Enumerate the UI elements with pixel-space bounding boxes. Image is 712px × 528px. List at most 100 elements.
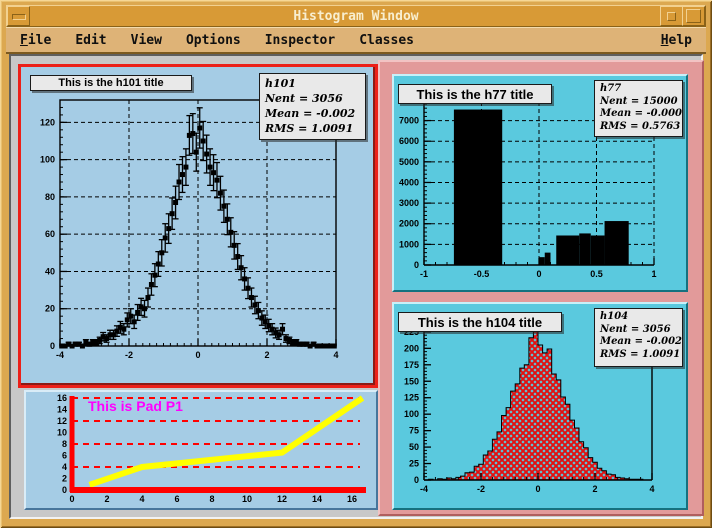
svg-text:20: 20 — [45, 304, 55, 314]
h77-stats-nent: Nent = 15000 — [600, 96, 682, 109]
svg-text:6000: 6000 — [399, 136, 419, 146]
svg-text:10: 10 — [242, 494, 252, 504]
svg-text:4: 4 — [62, 462, 67, 472]
svg-text:1: 1 — [651, 269, 656, 279]
svg-text:14: 14 — [312, 494, 322, 504]
svg-text:12: 12 — [57, 416, 67, 426]
pad-h101[interactable]: -4-2024020406080100120 This is the h101 … — [18, 64, 378, 388]
svg-text:6: 6 — [174, 494, 179, 504]
maximize-icon — [686, 9, 701, 23]
svg-text:0: 0 — [414, 260, 419, 270]
menu-file[interactable]: File — [20, 33, 51, 48]
p1-title[interactable]: This is Pad P1 — [88, 398, 183, 414]
svg-text:-1: -1 — [420, 269, 428, 279]
svg-text:0: 0 — [69, 494, 74, 504]
h104-stats-name: h104 — [600, 311, 682, 324]
p1-plot: 02468101214160246810121416 — [26, 392, 372, 504]
svg-text:150: 150 — [404, 376, 419, 386]
svg-text:1000: 1000 — [399, 239, 419, 249]
svg-text:120: 120 — [40, 117, 55, 127]
svg-text:100: 100 — [40, 155, 55, 165]
svg-text:14: 14 — [57, 405, 67, 415]
svg-text:-2: -2 — [125, 350, 133, 360]
svg-text:0.5: 0.5 — [590, 269, 603, 279]
iconify-button[interactable] — [660, 6, 683, 26]
svg-text:16: 16 — [347, 494, 357, 504]
svg-text:0: 0 — [50, 341, 55, 351]
h77-stats-mean: Mean = -0.000 — [600, 108, 682, 121]
svg-text:4: 4 — [649, 484, 654, 494]
svg-text:3000: 3000 — [399, 198, 419, 208]
h77-stats-name: h77 — [600, 83, 682, 96]
window-menu-icon — [12, 14, 26, 20]
h104-stats-box[interactable]: h104 Nent = 3056 Mean = -0.002 RMS = 1.0… — [594, 308, 683, 367]
window-menu-button[interactable] — [7, 6, 30, 26]
svg-text:2: 2 — [104, 494, 109, 504]
pad-pink[interactable]: -1-0.500.5101000200030004000500060007000… — [378, 60, 704, 516]
histogram-window: Histogram Window File Edit View Options Insp… — [0, 0, 712, 528]
h104-title: This is the h104 title — [418, 315, 542, 330]
svg-text:175: 175 — [404, 360, 419, 370]
h101-stats-rms: RMS = 1.0091 — [265, 121, 365, 136]
svg-text:40: 40 — [45, 266, 55, 276]
svg-text:2: 2 — [592, 484, 597, 494]
h77-title-box[interactable]: This is the h77 title — [398, 84, 552, 104]
iconify-icon — [667, 12, 676, 21]
h77-stats-box[interactable]: h77 Nent = 15000 Mean = -0.000 RMS = 0.5… — [594, 80, 683, 137]
svg-text:-0.5: -0.5 — [474, 269, 490, 279]
svg-text:8: 8 — [209, 494, 214, 504]
svg-text:0: 0 — [195, 350, 200, 360]
svg-text:0: 0 — [536, 269, 541, 279]
svg-text:2: 2 — [62, 474, 67, 484]
h104-stats-nent: Nent = 3056 — [600, 324, 682, 337]
svg-text:-4: -4 — [56, 350, 64, 360]
svg-text:16: 16 — [57, 393, 67, 403]
svg-text:7000: 7000 — [399, 116, 419, 126]
svg-text:4: 4 — [139, 494, 144, 504]
svg-text:4000: 4000 — [399, 177, 419, 187]
pad-h77[interactable]: -1 -0.5 0 0.5 1 0 1000 2000 3000 4000 5000 6000 7000… — [392, 74, 688, 292]
svg-text:8: 8 — [62, 439, 67, 449]
titlebar[interactable]: Histogram Window — [6, 5, 706, 27]
svg-text:2: 2 — [264, 350, 269, 360]
h101-title-box[interactable]: This is the h101 title — [30, 75, 192, 91]
h101-stats-nent: Nent = 3056 — [265, 91, 365, 106]
menu-help[interactable]: Help — [661, 33, 692, 48]
menu-options[interactable]: Options — [186, 33, 241, 48]
root-canvas[interactable]: -4-2024020406080100120 This is the h101 … — [9, 54, 703, 519]
svg-text:5000: 5000 — [399, 157, 419, 167]
maximize-button[interactable] — [682, 6, 705, 26]
svg-text:100: 100 — [404, 409, 419, 419]
svg-text:0: 0 — [535, 484, 540, 494]
svg-text:0: 0 — [414, 475, 419, 485]
svg-text:75: 75 — [409, 426, 419, 436]
h104-title-box[interactable]: This is the h104 title — [398, 312, 562, 332]
svg-text:10: 10 — [57, 428, 67, 438]
pad-h104[interactable]: -4-20240255075100125150175200225 This is… — [392, 302, 688, 510]
svg-text:25: 25 — [409, 459, 419, 469]
svg-text:50: 50 — [409, 442, 419, 452]
svg-text:6: 6 — [62, 451, 67, 461]
svg-text:-2: -2 — [477, 484, 485, 494]
svg-text:-4: -4 — [420, 484, 428, 494]
window-title: Histogram Window — [293, 9, 418, 24]
menu-view[interactable]: View — [131, 33, 162, 48]
pad-p1[interactable]: 02468101214160246810121416 This is Pad P… — [24, 390, 378, 510]
h77-title: This is the h77 title — [416, 87, 533, 102]
svg-text:60: 60 — [45, 229, 55, 239]
svg-text:12: 12 — [277, 494, 287, 504]
menu-edit[interactable]: Edit — [75, 33, 106, 48]
svg-text:200: 200 — [404, 343, 419, 353]
menu-inspector[interactable]: Inspector — [265, 33, 335, 48]
h104-stats-rms: RMS = 1.0091 — [600, 349, 682, 362]
h101-stats-mean: Mean = -0.002 — [265, 106, 365, 121]
svg-text:125: 125 — [404, 393, 419, 403]
svg-text:4: 4 — [333, 350, 338, 360]
svg-text:2000: 2000 — [399, 219, 419, 229]
h101-stats-box[interactable]: h101 Nent = 3056 Mean = -0.002 RMS = 1.0… — [259, 73, 366, 140]
menubar: File Edit View Options Inspector Classes Help — [6, 27, 706, 54]
svg-text:0: 0 — [62, 485, 67, 495]
menu-classes[interactable]: Classes — [359, 33, 414, 48]
h77-stats-rms: RMS = 0.5763 — [600, 121, 682, 134]
svg-text:80: 80 — [45, 192, 55, 202]
